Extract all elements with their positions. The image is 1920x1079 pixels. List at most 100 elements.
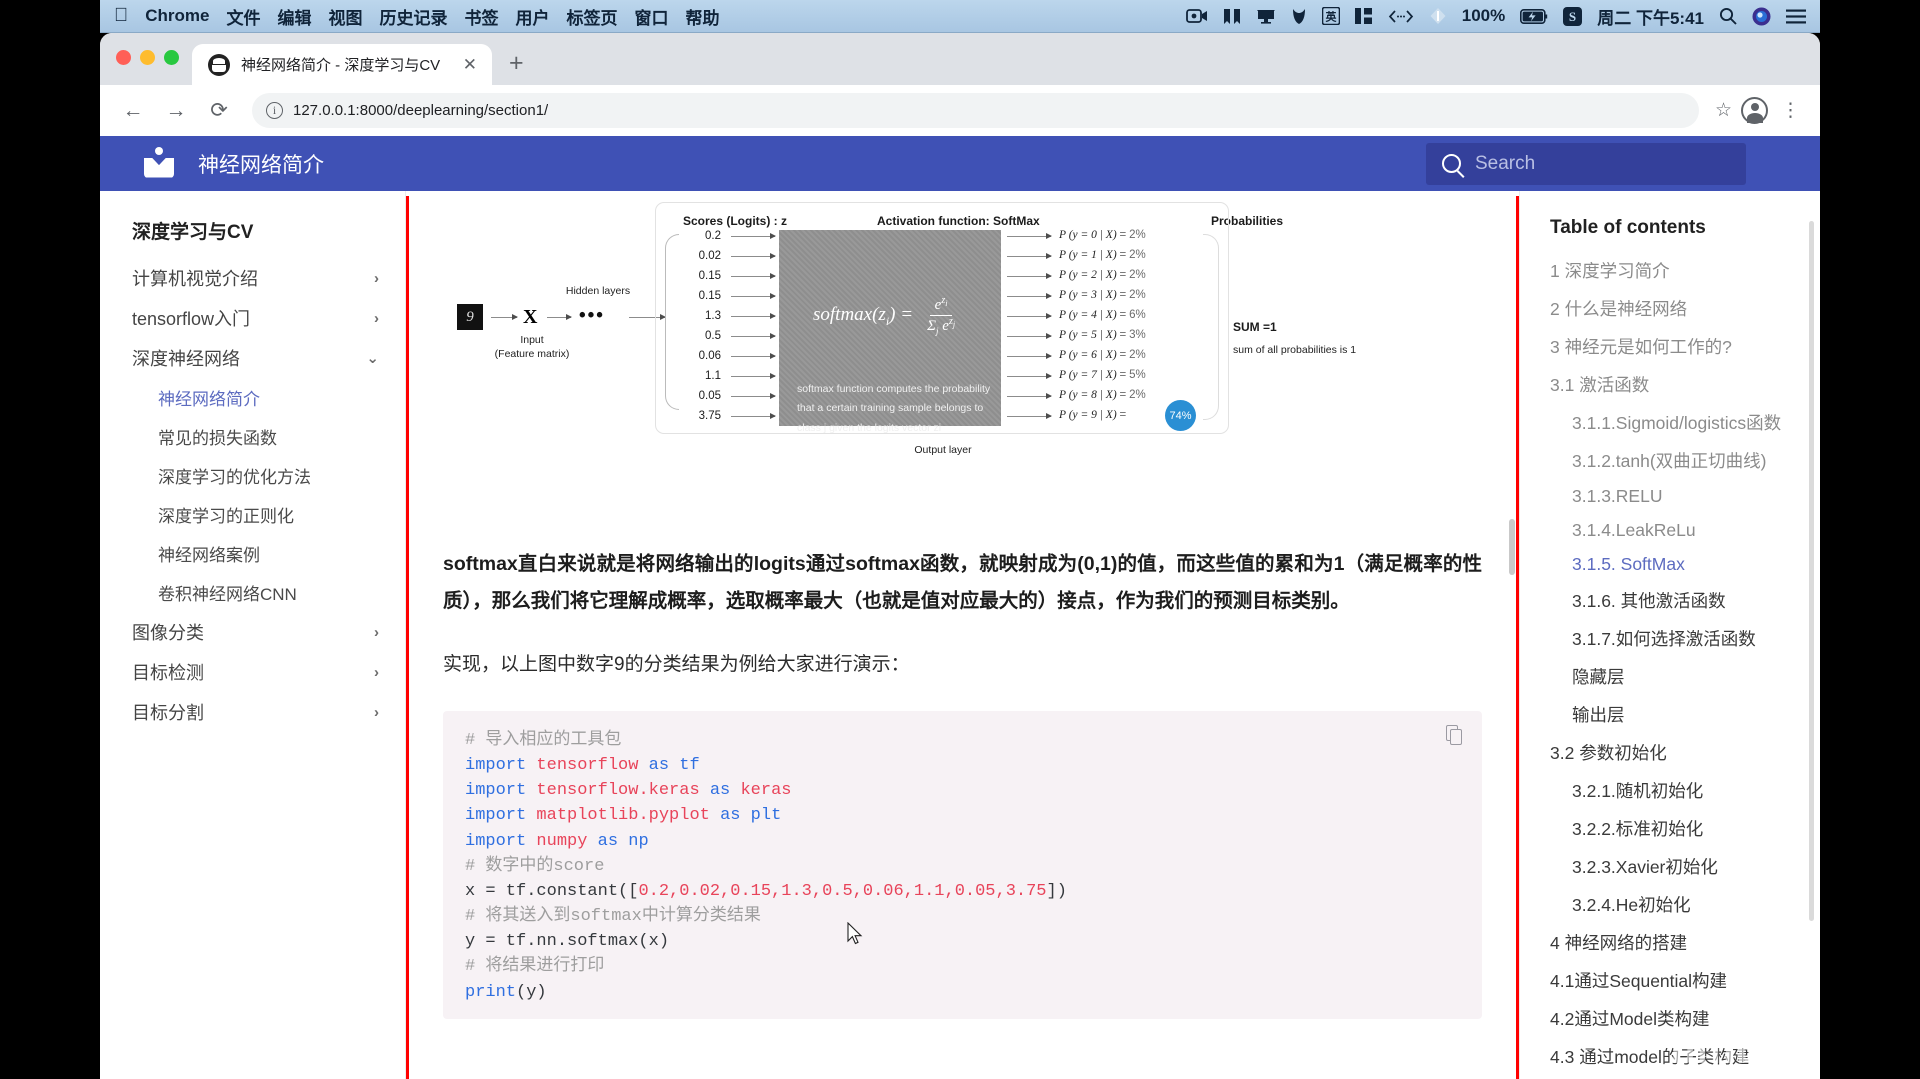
profile-avatar-icon[interactable] xyxy=(1741,97,1768,124)
toc-item[interactable]: 1 深度学习简介 xyxy=(1550,251,1802,289)
screen-record-icon[interactable] xyxy=(1185,8,1208,24)
chevron-right-icon[interactable]: › xyxy=(374,270,379,287)
menu-bookmarks[interactable]: 书签 xyxy=(464,4,498,29)
sidebar-item-nn-intro[interactable]: 神经网络简介 xyxy=(132,378,379,417)
toc-scrollbar-thumb[interactable] xyxy=(1809,221,1814,921)
mac-menubar:  Chrome 文件 编辑 视图 历史记录 书签 用户 标签页 窗口 帮助 xyxy=(100,0,1820,33)
sum-note: sum of all probabilities is 1 xyxy=(1233,344,1357,356)
toc-item[interactable]: 3.1.3.RELU xyxy=(1550,479,1802,513)
code-token: tf xyxy=(679,756,700,776)
chrome-menu-icon[interactable]: ⋮ xyxy=(1777,101,1804,120)
chevron-right-icon[interactable]: › xyxy=(374,310,379,327)
sidebar-item-label: tensorflow入门 xyxy=(132,309,251,329)
menu-edit[interactable]: 编辑 xyxy=(277,4,311,29)
toc-item[interactable]: 3.1.7.如何选择激活函数 xyxy=(1550,619,1802,657)
paragraph-softmax-explanation: softmax直白来说就是将网络输出的logits通过softmax函数，就映射… xyxy=(443,553,1482,613)
back-button[interactable]: ← xyxy=(116,94,150,128)
menu-profiles[interactable]: 用户 xyxy=(515,4,549,29)
chevron-right-icon[interactable]: › xyxy=(374,664,379,681)
sogou-input-icon[interactable]: S xyxy=(1563,6,1583,26)
code-block[interactable]: # 导入相应的工具包 import tensorflow as tf import … xyxy=(443,710,1482,1019)
battery-icon[interactable] xyxy=(1520,8,1548,24)
toc-item[interactable]: 3.2 参数初始化 xyxy=(1550,733,1802,771)
toc-item[interactable]: 4.3 通过model的子类构建 xyxy=(1550,1037,1802,1075)
toc-item[interactable]: 3.1.4.LeakReLu xyxy=(1550,513,1802,547)
code-icon[interactable] xyxy=(1388,9,1414,24)
code-token: y = tf.nn.softmax(x) xyxy=(465,932,670,952)
sidebar-item-tensorflow[interactable]: tensorflow入门 › xyxy=(132,298,379,338)
toc-item[interactable]: 2 什么是神经网络 xyxy=(1550,289,1802,327)
toc-item[interactable]: 3 神经元是如何工作的? xyxy=(1550,327,1802,365)
leaf-icon[interactable] xyxy=(1291,8,1307,25)
feature-matrix-symbol: X xyxy=(523,306,538,328)
reload-button[interactable]: ⟳ xyxy=(202,94,236,128)
toc-item[interactable]: 3.1.1.Sigmoid/logistics函数 xyxy=(1550,403,1802,441)
menu-file[interactable]: 文件 xyxy=(226,4,260,29)
toc-item[interactable]: 输出层 xyxy=(1550,695,1802,733)
toc-item[interactable]: 4 神经网络的搭建 xyxy=(1550,923,1802,961)
bartender-icon[interactable] xyxy=(1223,8,1241,25)
browser-tab[interactable]: 神经网络简介 - 深度学习与CV ✕ xyxy=(192,44,492,85)
toc-item[interactable]: 3.2.1.随机初始化 xyxy=(1550,771,1802,809)
site-info-icon[interactable]: i xyxy=(266,102,283,119)
sidebar-item-label: 卷积神经网络CNN xyxy=(158,585,297,604)
toc-item[interactable]: 隐藏层 xyxy=(1550,657,1802,695)
sidebar-item-object-detection[interactable]: 目标检测 › xyxy=(132,652,379,692)
chevron-down-icon[interactable]: ⌄ xyxy=(366,349,379,367)
toc-item[interactable]: 3.1.6. 其他激活函数 xyxy=(1550,581,1802,619)
layout-icon[interactable] xyxy=(1354,8,1373,24)
input-digit-image: 9 xyxy=(457,304,483,330)
sidebar-item-regularization[interactable]: 深度学习的正则化 xyxy=(132,495,379,534)
sidebar-item-dnn[interactable]: 深度神经网络 ⌄ xyxy=(132,338,379,378)
page-scrollbar-thumb[interactable] xyxy=(1509,519,1515,575)
copy-icon[interactable] xyxy=(1446,724,1464,747)
forward-button[interactable]: → xyxy=(159,94,193,128)
toc-item[interactable]: 3.2.3.Xavier初始化 xyxy=(1550,847,1802,885)
new-tab-button[interactable]: + xyxy=(509,49,524,78)
sidebar-item-loss-functions[interactable]: 常见的损失函数 xyxy=(132,417,379,456)
maximize-window-button[interactable] xyxy=(164,50,179,65)
minimize-window-button[interactable] xyxy=(140,50,155,65)
input-source-icon[interactable]: 英 xyxy=(1321,7,1340,25)
display-icon[interactable] xyxy=(1256,8,1276,25)
menu-view[interactable]: 视图 xyxy=(328,4,362,29)
bookmark-star-icon[interactable]: ☆ xyxy=(1715,99,1732,122)
dropbox-icon[interactable] xyxy=(1429,7,1447,25)
chevron-right-icon[interactable]: › xyxy=(374,624,379,641)
sidebar-item-cv-intro[interactable]: 计算机视觉介绍 › xyxy=(132,258,379,298)
close-window-button[interactable] xyxy=(116,50,131,65)
menu-help[interactable]: 帮助 xyxy=(685,4,719,29)
sidebar-item-image-classification[interactable]: 图像分类 › xyxy=(132,612,379,652)
sidebar-item-nn-case[interactable]: 神经网络案例 xyxy=(132,534,379,573)
sidebar-item-cnn[interactable]: 卷积神经网络CNN xyxy=(132,573,379,612)
toc-item[interactable]: 3.1.2.tanh(双曲正切曲线) xyxy=(1550,441,1802,479)
sidebar-item-label: 目标检测 xyxy=(132,663,204,683)
address-bar[interactable]: i 127.0.0.1:8000/deeplearning/section1/ xyxy=(252,93,1699,128)
code-token: (y) xyxy=(516,982,547,1002)
toc-item[interactable]: 4.1通过Sequential构建 xyxy=(1550,961,1802,999)
window-controls[interactable] xyxy=(116,50,179,65)
toc-item[interactable]: 3.1.5. SoftMax xyxy=(1550,547,1802,581)
clock[interactable]: 周二 下午5:41 xyxy=(1597,4,1704,29)
sidebar-item-segmentation[interactable]: 目标分割 › xyxy=(132,692,379,732)
siri-icon[interactable] xyxy=(1752,7,1771,26)
apple-menu-icon[interactable]:  xyxy=(114,6,128,25)
toc-item[interactable]: 4.2通过Model类构建 xyxy=(1550,999,1802,1037)
menu-window[interactable]: 窗口 xyxy=(634,4,668,29)
site-logo-icon[interactable] xyxy=(142,146,176,181)
code-token: numpy xyxy=(536,831,598,851)
menu-chrome[interactable]: Chrome xyxy=(145,6,209,26)
code-line: import tensorflow as tf xyxy=(465,753,1460,778)
close-tab-icon[interactable]: ✕ xyxy=(460,55,480,75)
menu-tab[interactable]: 标签页 xyxy=(566,4,617,29)
spotlight-search-icon[interactable] xyxy=(1719,7,1737,25)
site-search-box[interactable]: Search xyxy=(1426,142,1746,185)
control-center-icon[interactable] xyxy=(1786,9,1806,24)
chevron-right-icon[interactable]: › xyxy=(374,704,379,721)
toc-item[interactable]: 3.2.2.标准初始化 xyxy=(1550,809,1802,847)
sidebar-item-label: 常见的损失函数 xyxy=(158,429,277,448)
menu-history[interactable]: 历史记录 xyxy=(379,4,447,29)
sidebar-item-optimization[interactable]: 深度学习的优化方法 xyxy=(132,456,379,495)
toc-item[interactable]: 3.2.4.He初始化 xyxy=(1550,885,1802,923)
toc-item[interactable]: 3.1 激活函数 xyxy=(1550,365,1802,403)
